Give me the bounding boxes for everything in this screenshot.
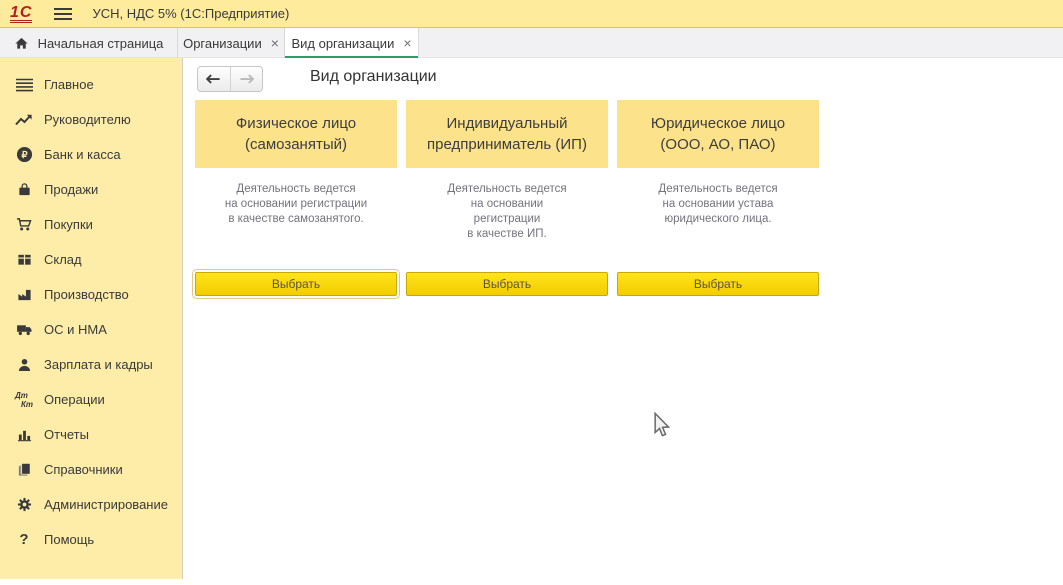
sidebar-item-operations[interactable]: ДтКт Операции bbox=[0, 382, 182, 417]
person-icon bbox=[14, 356, 34, 374]
card-title-line: Физическое лицо bbox=[236, 113, 356, 134]
tab-label: Начальная страница bbox=[38, 36, 164, 51]
truck-icon bbox=[14, 321, 34, 339]
menu-lines-icon bbox=[14, 76, 34, 94]
warehouse-grid-icon bbox=[14, 251, 34, 269]
help-icon: ? bbox=[14, 531, 34, 549]
card-title-line: (самозанятый) bbox=[245, 134, 347, 155]
card-description: Деятельность ведется на основании регист… bbox=[195, 182, 397, 227]
sidebar-item-reports[interactable]: Отчеты bbox=[0, 417, 182, 452]
sidebar-item-label: Главное bbox=[44, 77, 94, 92]
card-description: Деятельность ведется на основании регист… bbox=[406, 182, 608, 242]
sidebar-item-directories[interactable]: Справочники bbox=[0, 452, 182, 487]
ruble-circle-icon: ₽ bbox=[14, 146, 34, 164]
app-title: УСН, НДС 5% (1С:Предприятие) bbox=[92, 6, 289, 21]
card-description: Деятельность ведется на основании устава… bbox=[617, 182, 819, 227]
card-title: Физическое лицо (самозанятый) bbox=[195, 100, 397, 168]
sidebar-item-label: Администрирование bbox=[44, 497, 168, 512]
sidebar-item-label: Операции bbox=[44, 392, 105, 407]
tab-organization-type[interactable]: Вид организации × bbox=[285, 28, 419, 58]
tabbar: Начальная страница Организации × Вид орг… bbox=[0, 28, 1063, 58]
sidebar-item-label: Банк и касса bbox=[44, 147, 121, 162]
back-button[interactable] bbox=[198, 67, 231, 91]
card-legal-entity: Юридическое лицо (ООО, АО, ПАО) Деятельн… bbox=[617, 100, 819, 310]
forward-button[interactable] bbox=[231, 67, 263, 91]
sidebar: Главное Руководителю ₽ Банк и касса Прод… bbox=[0, 58, 183, 579]
sidebar-item-label: Покупки bbox=[44, 217, 93, 232]
debit-credit-icon: ДтКт bbox=[14, 391, 34, 409]
1c-logo: 1С bbox=[10, 5, 32, 23]
sidebar-item-salary-hr[interactable]: Зарплата и кадры bbox=[0, 347, 182, 382]
sidebar-item-label: Зарплата и кадры bbox=[44, 357, 153, 372]
sidebar-item-production[interactable]: Производство bbox=[0, 277, 182, 312]
sidebar-item-label: Справочники bbox=[44, 462, 123, 477]
sidebar-item-purchases[interactable]: Покупки bbox=[0, 207, 182, 242]
tab-label: Вид организации bbox=[291, 36, 394, 51]
card-title: Юридическое лицо (ООО, АО, ПАО) bbox=[617, 100, 819, 168]
select-button-selfemployed[interactable]: Выбрать bbox=[195, 272, 397, 296]
sidebar-item-label: ОС и НМА bbox=[44, 322, 107, 337]
shopping-cart-icon bbox=[14, 216, 34, 234]
sidebar-item-label: Отчеты bbox=[44, 427, 89, 442]
sidebar-item-bank-cash[interactable]: ₽ Банк и касса bbox=[0, 137, 182, 172]
app-window: 1С УСН, НДС 5% (1С:Предприятие) Начальна… bbox=[0, 0, 1063, 585]
tab-organizations[interactable]: Организации × bbox=[178, 28, 285, 58]
sidebar-item-label: Помощь bbox=[44, 532, 94, 547]
main-menu-icon[interactable] bbox=[54, 8, 72, 20]
sidebar-item-label: Руководителю bbox=[44, 112, 131, 127]
sidebar-item-fixed-assets[interactable]: ОС и НМА bbox=[0, 312, 182, 347]
shopping-bag-icon bbox=[14, 181, 34, 199]
sidebar-item-main[interactable]: Главное bbox=[0, 67, 182, 102]
sidebar-item-label: Производство bbox=[44, 287, 129, 302]
bar-chart-icon bbox=[14, 426, 34, 444]
trend-up-icon bbox=[14, 111, 34, 129]
card-title-line: Юридическое лицо bbox=[651, 113, 785, 134]
svg-text:₽: ₽ bbox=[21, 150, 27, 161]
card-individual-selfemployed: Физическое лицо (самозанятый) Деятельнос… bbox=[195, 100, 397, 310]
main-content: Вид организации Физическое лицо (самозан… bbox=[184, 58, 1063, 579]
history-nav bbox=[197, 66, 263, 92]
page-title: Вид организации bbox=[310, 68, 437, 86]
select-button-entrepreneur[interactable]: Выбрать bbox=[406, 272, 608, 296]
factory-icon bbox=[14, 286, 34, 304]
card-title: Индивидуальный предприниматель (ИП) bbox=[406, 100, 608, 168]
home-icon bbox=[14, 36, 29, 51]
sidebar-item-administration[interactable]: Администрирование bbox=[0, 487, 182, 522]
card-title-line: Индивидуальный bbox=[447, 113, 568, 134]
sidebar-item-sales[interactable]: Продажи bbox=[0, 172, 182, 207]
card-title-line: предприниматель (ИП) bbox=[427, 134, 587, 155]
tab-label: Организации bbox=[183, 36, 262, 51]
sidebar-item-label: Склад bbox=[44, 252, 82, 267]
titlebar: 1С УСН, НДС 5% (1С:Предприятие) bbox=[0, 0, 1063, 28]
sidebar-item-label: Продажи bbox=[44, 182, 98, 197]
card-entrepreneur: Индивидуальный предприниматель (ИП) Деят… bbox=[406, 100, 608, 310]
gear-icon bbox=[14, 496, 34, 514]
close-icon[interactable]: × bbox=[271, 36, 279, 50]
tab-home[interactable]: Начальная страница bbox=[0, 28, 178, 58]
card-title-line: (ООО, АО, ПАО) bbox=[660, 134, 775, 155]
books-icon bbox=[14, 461, 34, 479]
sidebar-item-help[interactable]: ? Помощь bbox=[0, 522, 182, 557]
select-button-legal-entity[interactable]: Выбрать bbox=[617, 272, 819, 296]
sidebar-item-manager[interactable]: Руководителю bbox=[0, 102, 182, 137]
close-icon[interactable]: × bbox=[403, 36, 411, 50]
sidebar-item-warehouse[interactable]: Склад bbox=[0, 242, 182, 277]
